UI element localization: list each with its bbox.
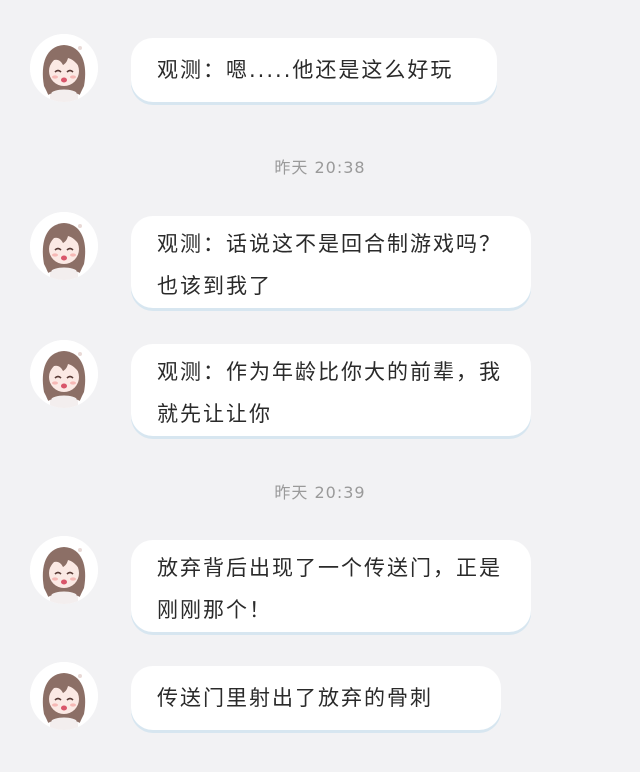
message-bubble[interactable]: 传送门里射出了放弃的骨刺 [131, 666, 501, 730]
message-bubble[interactable]: 观测：话说这不是回合制游戏吗？也该到我了 [131, 216, 531, 308]
girl-avatar-icon[interactable] [30, 340, 98, 408]
chat-log[interactable]: 观测：嗯.....他还是这么好玩 昨天 20:38 观测：话说这不是回合制游戏吗… [0, 0, 640, 772]
message-bubble[interactable]: 放弃背后出现了一个传送门，正是刚刚那个！ [131, 540, 531, 632]
timestamp: 昨天 20:39 [274, 483, 366, 502]
girl-avatar-icon[interactable] [30, 662, 98, 730]
timestamp: 昨天 20:38 [274, 158, 366, 177]
girl-avatar-icon[interactable] [30, 34, 98, 102]
message-bubble[interactable]: 观测：嗯.....他还是这么好玩 [131, 38, 497, 102]
girl-avatar-icon[interactable] [30, 212, 98, 280]
message-bubble[interactable]: 观测：作为年龄比你大的前辈，我就先让让你 [131, 344, 531, 436]
girl-avatar-icon[interactable] [30, 536, 98, 604]
